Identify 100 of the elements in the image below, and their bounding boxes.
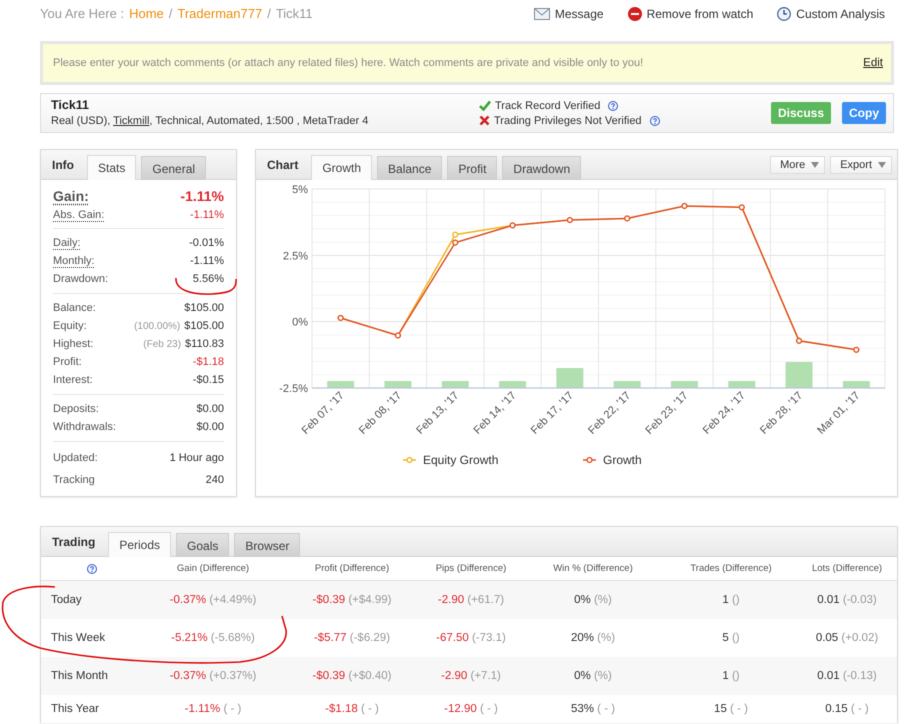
- stat-label: Drawdown:: [53, 272, 108, 287]
- row-label: This Week: [50, 631, 106, 646]
- table-cell-text: -67.50 (-73.1): [435, 631, 507, 646]
- tab[interactable]: Drawdown: [502, 156, 582, 180]
- chart-bar: [442, 381, 469, 388]
- stat-label[interactable]: Daily:: [53, 234, 81, 252]
- table-cell: 0% (%): [521, 581, 665, 619]
- stat-value: $105.00: [184, 301, 224, 316]
- stat-value: -1.11%: [190, 254, 224, 269]
- help-icon[interactable]: [608, 100, 618, 110]
- watch-comment-placeholder: Please enter your watch comments (or attach any related files) here. Watch comments are private and visible only to you!: [53, 57, 644, 69]
- axis-label: 2.5%: [282, 250, 308, 262]
- table-cell-text: -1.11% ( - ): [184, 702, 242, 717]
- tab[interactable]: Growth: [311, 155, 372, 180]
- panel-title: Info: [52, 158, 74, 172]
- stat-value: -1.11%: [190, 208, 224, 223]
- stat-label[interactable]: Abs. Gain:: [53, 206, 104, 224]
- dropdown-button[interactable]: More: [770, 156, 826, 174]
- axis-label: -2.5%: [279, 383, 308, 395]
- dropdown-button[interactable]: Export: [830, 156, 892, 174]
- help-icon[interactable]: [87, 564, 97, 574]
- panel-title: Trading: [52, 534, 96, 548]
- table-cell-text: 0.05 (+0.02): [814, 631, 880, 646]
- tab[interactable]: General: [141, 156, 206, 180]
- table-cell-text: 20% (%): [570, 631, 616, 646]
- custom-analysis-link[interactable]: Custom Analysis: [777, 6, 885, 20]
- point: [452, 239, 458, 246]
- table-cell: -2.90 (+61.7): [421, 581, 521, 619]
- axis-label: Feb 13, '17: [414, 390, 462, 437]
- table-cell-text: 15 ( - ): [713, 702, 749, 717]
- stat-value: -0.01%: [189, 236, 224, 251]
- tab[interactable]: Balance: [377, 156, 442, 180]
- stat-value: $0.00: [196, 420, 224, 435]
- table-cell-text: -5.21% (-5.68%): [170, 631, 256, 646]
- table-cell-text: 53% ( - ): [570, 702, 616, 717]
- axis-label: Feb 24, '17: [700, 390, 748, 437]
- legend-label[interactable]: Equity Growth: [423, 453, 498, 467]
- row-label: This Year: [50, 702, 100, 717]
- broker-link[interactable]: Tickmill: [113, 115, 150, 127]
- stat-label[interactable]: Monthly:: [53, 252, 95, 270]
- verification-label: Track Record Verified: [495, 100, 600, 112]
- breadcrumb-current: Tick11: [276, 6, 313, 21]
- table-cell: 1 (): [665, 581, 797, 619]
- table-cell: 0.01 (-0.13): [797, 657, 897, 695]
- stat-label: Tracking: [53, 473, 95, 488]
- caret-icon: [811, 162, 820, 168]
- account-details: Real (USD), Tickmill, Technical, Automated, 1:500 , MetaTrader 4: [51, 114, 370, 129]
- row-label: This Month: [41, 657, 143, 695]
- remove-icon: [628, 6, 642, 20]
- breadcrumb-separator: /: [267, 6, 271, 21]
- message-link[interactable]: Message: [534, 6, 604, 20]
- axis-label: Feb 22, '17: [586, 390, 634, 437]
- stat-value: (Feb 23) $110.83: [143, 337, 224, 352]
- table-cell: 0% (%): [521, 657, 665, 695]
- axis-label: 0%: [292, 316, 308, 329]
- tab[interactable]: Goals: [176, 533, 230, 557]
- table-cell-text: -$1.18 ( - ): [324, 702, 380, 717]
- tab[interactable]: Profit: [447, 156, 498, 180]
- chart-bar: [842, 381, 870, 388]
- clock-icon: [777, 6, 792, 20]
- table-cell-text: 5 (): [721, 631, 741, 646]
- legend-marker-icon[interactable]: [403, 456, 416, 464]
- chart-bar: [327, 381, 354, 388]
- remove-watch-link[interactable]: Remove from watch: [628, 6, 754, 20]
- table-cell: 0.01 (-0.03): [797, 581, 897, 619]
- stat-label: Withdrawals:: [53, 420, 116, 435]
- help-icon[interactable]: [650, 116, 660, 126]
- table-cell: -$0.39 (+$4.99): [283, 581, 421, 619]
- stat-label[interactable]: Gain:: [53, 186, 89, 206]
- breadcrumb-label: You Are Here :: [40, 6, 124, 21]
- panel-title: Chart: [267, 158, 298, 172]
- tab[interactable]: Browser: [234, 533, 300, 557]
- table-cell-text: -$5.77 (-$6.29): [312, 631, 392, 646]
- axis-label: 5%: [292, 184, 308, 196]
- axis-label: Feb 17, '17: [528, 390, 576, 437]
- stat-value: -$1.18: [192, 355, 224, 370]
- edit-link[interactable]: Edit: [863, 57, 883, 69]
- legend-label[interactable]: Growth: [603, 453, 642, 467]
- table-cell: -0.37% (+0.37%): [143, 657, 283, 695]
- axis-label: Feb 08, '17: [356, 390, 404, 437]
- stat-label: Equity:: [53, 319, 87, 334]
- chart-bar: [384, 381, 412, 388]
- envelope-icon: [534, 8, 550, 20]
- stat-label: Updated:: [53, 451, 98, 466]
- stat-value: -1.11%: [180, 187, 224, 206]
- chart-bar: [556, 368, 584, 388]
- tab[interactable]: Periods: [108, 532, 172, 557]
- legend-marker-icon[interactable]: [583, 456, 596, 464]
- table-cell: -2.90 (+7.1): [421, 657, 521, 695]
- axis-label: Feb 28, '17: [758, 390, 806, 437]
- stat-label: Balance:: [53, 301, 96, 316]
- table-cell: -$0.39 (+$0.40): [283, 657, 421, 695]
- tab[interactable]: Stats: [87, 155, 136, 180]
- stat-value: 240: [206, 473, 224, 488]
- stat-label: Highest:: [53, 337, 94, 352]
- stat-value: 1 Hour ago: [170, 451, 224, 466]
- watch-comment-box[interactable]: Please enter your watch comments (or attach any related files) here. Watch comments are private and visible only to you! Edit: [40, 41, 894, 85]
- axis-label: Feb 23, '17: [643, 390, 691, 437]
- table-cell: 1 (): [665, 657, 797, 695]
- chart-bar: [728, 381, 756, 388]
